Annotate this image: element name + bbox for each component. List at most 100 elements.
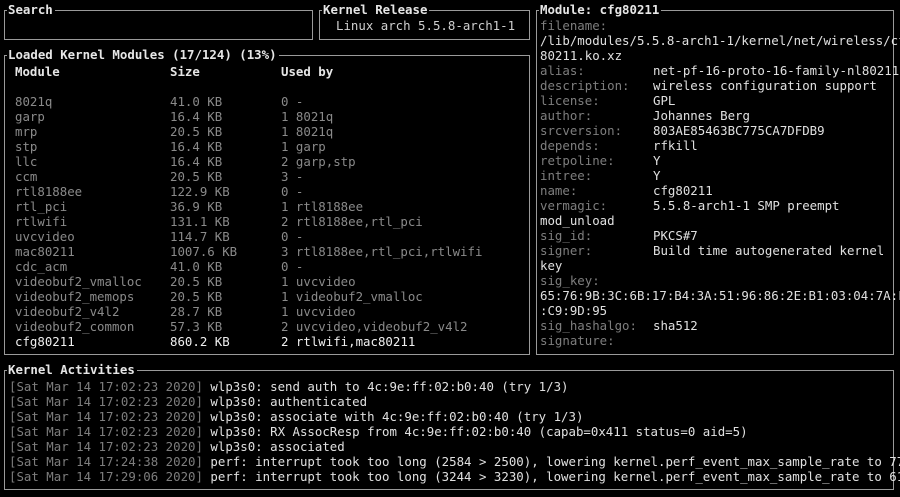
- module-size: 20.5 KB: [170, 169, 223, 184]
- activity-message: wlp3s0: associate with 4c:9e:ff:02:b0:40…: [202, 409, 584, 424]
- module-name: rtlwifi: [15, 214, 68, 229]
- info-row-intree: intree: Y: [540, 168, 892, 183]
- module-size: 16.4 KB: [170, 139, 223, 154]
- modules-list[interactable]: 8021q 41.0 KB 0 - garp 16.4 KB 1 8021q mrp 20…: [15, 94, 525, 349]
- kernel-activities-list[interactable]: [Sat Mar 14 17:02:23 2020] wlp3s0: send …: [9, 379, 900, 484]
- module-size: 28.7 KB: [170, 304, 223, 319]
- module-row[interactable]: videobuf2_common 57.3 KB 2 uvcvideo,videob…: [15, 319, 525, 334]
- info-key: srcversion:: [540, 123, 623, 138]
- module-used-by: 1 videobuf2_vmalloc: [281, 289, 423, 304]
- module-size: 41.0 KB: [170, 259, 223, 274]
- module-row[interactable]: videobuf2_vmalloc 20.5 KB 1 uvcvideo: [15, 274, 525, 289]
- module-row[interactable]: uvcvideo 114.7 KB 0 -: [15, 229, 525, 244]
- info-row-alias: alias: net-pf-16-proto-16-family-nl80211: [540, 63, 899, 78]
- module-row[interactable]: rtl8188ee 122.9 KB 0 -: [15, 184, 525, 199]
- activity-message: wlp3s0: RX AssocResp from 4c:9e:ff:02:b0…: [202, 424, 748, 439]
- info-key: description:: [540, 78, 630, 93]
- activity-timestamp: [Sat Mar 14 17:02:23 2020]: [9, 409, 203, 424]
- info-key: vermagic:: [540, 198, 608, 213]
- module-row[interactable]: llc 16.4 KB 2 garp,stp: [15, 154, 525, 169]
- module-size: 16.4 KB: [170, 154, 223, 169]
- info-value: wireless configuration support: [653, 78, 877, 93]
- activity-message: perf: interrupt took too long (3244 > 32…: [202, 469, 900, 484]
- column-header-used-by: Used by: [281, 64, 334, 79]
- info-value: Y: [653, 168, 661, 183]
- module-used-by: 0 -: [281, 184, 304, 199]
- info-row-srcversion: srcversion: 803AE85463BC775CA7DFDB9: [540, 123, 892, 138]
- search-panel-title: Search: [7, 2, 55, 18]
- module-used-by: 0 -: [281, 229, 304, 244]
- activity-row: [Sat Mar 14 17:02:23 2020] wlp3s0: authe…: [9, 394, 889, 409]
- loaded-modules-title: Loaded Kernel Modules (17/124) (13%): [7, 47, 279, 63]
- module-name: videobuf2_v4l2: [15, 304, 120, 319]
- kernel-activities-title: Kernel Activities: [7, 362, 137, 378]
- module-used-by: 0 -: [281, 259, 304, 274]
- module-size: 36.9 KB: [170, 199, 223, 214]
- module-row[interactable]: cdc_acm 41.0 KB 0 -: [15, 259, 525, 274]
- module-name: rtl_pci: [15, 199, 68, 214]
- module-row[interactable]: stp 16.4 KB 1 garp: [15, 139, 525, 154]
- info-row-author: author: Johannes Berg: [540, 108, 892, 123]
- info-sig-key-line: :C9:9D:95: [540, 303, 608, 318]
- info-value: Build time autogenerated kernel: [653, 243, 885, 258]
- module-row[interactable]: rtl_pci 36.9 KB 1 rtl8188ee: [15, 199, 525, 214]
- module-used-by: 1 8021q: [281, 109, 334, 124]
- module-row-selected[interactable]: cfg80211 860.2 KB 2 rtlwifi,mac80211: [15, 334, 525, 349]
- module-name: cdc_acm: [15, 259, 68, 274]
- info-filename-line: 80211.ko.xz: [540, 48, 623, 63]
- module-name: videobuf2_vmalloc: [15, 274, 142, 289]
- module-name: llc: [15, 154, 38, 169]
- activity-row: [Sat Mar 14 17:02:23 2020] wlp3s0: send …: [9, 379, 889, 394]
- module-name: ccm: [15, 169, 38, 184]
- info-row-sig-id: sig_id: PKCS#7: [540, 228, 892, 243]
- info-filename-line: /lib/modules/5.5.8-arch1-1/kernel/net/wi…: [540, 33, 900, 48]
- module-used-by: 2 rtl8188ee,rtl_pci: [281, 214, 423, 229]
- module-size: 122.9 KB: [170, 184, 230, 199]
- module-name: uvcvideo: [15, 229, 75, 244]
- info-row-vermagic: vermagic: 5.5.8-arch1-1 SMP preempt: [540, 198, 892, 213]
- module-size: 41.0 KB: [170, 94, 223, 109]
- info-value: cfg80211: [653, 183, 713, 198]
- module-used-by: 3 -: [281, 169, 304, 184]
- info-value: Johannes Berg: [653, 108, 750, 123]
- module-row[interactable]: 8021q 41.0 KB 0 -: [15, 94, 525, 109]
- loaded-modules-panel[interactable]: Loaded Kernel Modules (17/124) (13%) Mod…: [4, 47, 530, 355]
- info-row-retpoline: retpoline: Y: [540, 153, 892, 168]
- module-row[interactable]: rtlwifi 131.1 KB 2 rtl8188ee,rtl_pci: [15, 214, 525, 229]
- info-value: rfkill: [653, 138, 698, 153]
- info-row-license: license: GPL: [540, 93, 892, 108]
- module-info-panel[interactable]: Module: cfg80211 filename: /lib/modules/…: [536, 2, 900, 355]
- module-name: cfg80211: [15, 334, 75, 349]
- activity-row: [Sat Mar 14 17:24:38 2020] perf: interru…: [9, 454, 900, 469]
- info-value: PKCS#7: [653, 228, 698, 243]
- info-row-depends: depends: rfkill: [540, 138, 892, 153]
- module-row[interactable]: videobuf2_v4l2 28.7 KB 1 uvcvideo: [15, 304, 525, 319]
- info-key: intree:: [540, 168, 593, 183]
- module-row[interactable]: mac80211 1007.6 KB 3 rtl8188ee,rtl_pci,rtl…: [15, 244, 525, 259]
- module-name: 8021q: [15, 94, 53, 109]
- activity-message: wlp3s0: authenticated: [202, 394, 368, 409]
- module-row[interactable]: videobuf2_memops 20.5 KB 1 videobuf2_vmall…: [15, 289, 525, 304]
- module-used-by: 1 8021q: [281, 124, 334, 139]
- activity-row: [Sat Mar 14 17:02:23 2020] wlp3s0: assoc…: [9, 439, 889, 454]
- kernel-activities-panel[interactable]: Kernel Activities [Sat Mar 14 17:02:23 2…: [4, 362, 900, 490]
- kernel-release-panel: Kernel Release Linux arch 5.5.8-arch1-1: [319, 2, 530, 40]
- search-input[interactable]: [9, 18, 307, 34]
- activity-timestamp: [Sat Mar 14 17:02:23 2020]: [9, 439, 203, 454]
- info-vermagic-cont: mod_unload: [540, 213, 615, 228]
- module-info-body: filename: /lib/modules/5.5.8-arch1-1/ker…: [540, 18, 900, 348]
- activity-message: perf: interrupt took too long (2584 > 25…: [202, 454, 900, 469]
- module-used-by: 1 rtl8188ee: [281, 199, 364, 214]
- info-key: name:: [540, 183, 578, 198]
- module-row[interactable]: ccm 20.5 KB 3 -: [15, 169, 525, 184]
- module-size: 131.1 KB: [170, 214, 230, 229]
- module-row[interactable]: mrp 20.5 KB 1 8021q: [15, 124, 525, 139]
- module-size: 1007.6 KB: [170, 244, 238, 259]
- info-value: net-pf-16-proto-16-family-nl80211: [653, 63, 900, 78]
- activity-row: [Sat Mar 14 17:02:23 2020] wlp3s0: assoc…: [9, 409, 889, 424]
- module-row[interactable]: garp 16.4 KB 1 8021q: [15, 109, 525, 124]
- module-size: 114.7 KB: [170, 229, 230, 244]
- info-key: filename:: [540, 18, 608, 33]
- module-used-by: 1 uvcvideo: [281, 304, 356, 319]
- module-name: videobuf2_common: [15, 319, 135, 334]
